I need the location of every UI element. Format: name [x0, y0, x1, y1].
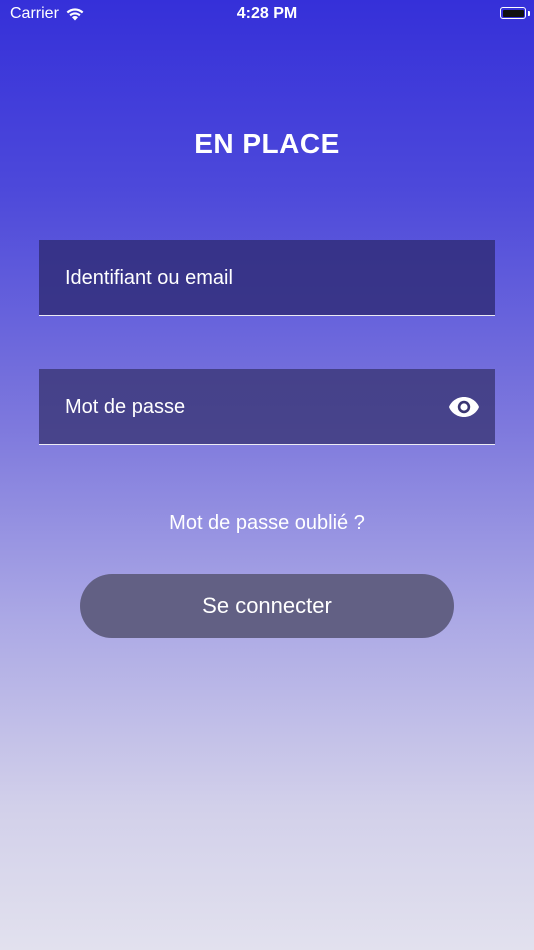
battery-icon	[500, 7, 526, 19]
battery-tip	[528, 11, 530, 16]
username-field[interactable]	[39, 240, 495, 316]
login-button[interactable]: Se connecter	[80, 574, 454, 638]
status-bar: Carrier 4:28 PM	[0, 0, 534, 28]
eye-icon[interactable]	[448, 394, 480, 420]
status-time: 4:28 PM	[236, 5, 298, 22]
username-input[interactable]	[65, 240, 445, 316]
password-input[interactable]	[65, 369, 445, 445]
battery-level	[502, 9, 524, 17]
password-field[interactable]	[39, 369, 495, 445]
app-title: EN PLACE	[194, 128, 340, 159]
forgot-password-link[interactable]: Mot de passe oublié ?	[0, 512, 534, 535]
